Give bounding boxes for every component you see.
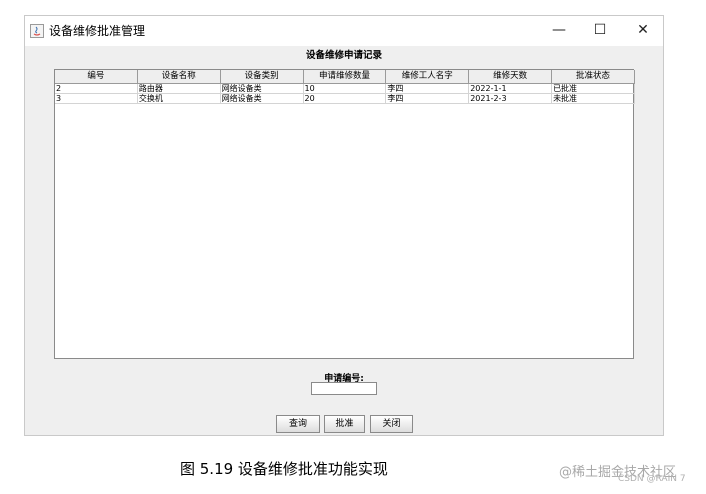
app-window: 设备维修批准管理 — ☐ ✕ 设备维修申请记录 编号 设备名称 设备类别 申请维… — [24, 15, 664, 436]
maximize-button[interactable]: ☐ — [588, 20, 612, 40]
close-window-button[interactable]: ✕ — [631, 20, 655, 40]
section-heading: 设备维修申请记录 — [305, 50, 382, 61]
column-header[interactable]: 设备类别 — [220, 70, 304, 84]
table-cell[interactable]: 2021-2-3 — [469, 94, 553, 104]
table-cell[interactable]: 李四 — [386, 94, 470, 104]
watermark: CSDN @RAIN 7 — [618, 474, 686, 484]
table-cell[interactable]: 3 — [55, 94, 138, 104]
table-header: 编号 设备名称 设备类别 申请维修数量 维修工人名字 维修天数 批准状态 — [55, 70, 635, 84]
table-cell[interactable]: 2022-1-1 — [469, 84, 553, 94]
minimize-button[interactable]: — — [547, 20, 571, 40]
column-header[interactable]: 申请维修数量 — [303, 70, 387, 84]
column-header[interactable]: 批准状态 — [552, 70, 635, 84]
table-cell[interactable]: 未批准 — [552, 94, 635, 104]
table-cell[interactable]: 已批准 — [552, 84, 635, 94]
table-cell[interactable]: 路由器 — [137, 84, 221, 94]
table-cell[interactable]: 交换机 — [137, 94, 221, 104]
column-header[interactable]: 设备名称 — [137, 70, 221, 84]
java-app-icon — [30, 23, 44, 38]
column-header[interactable]: 维修天数 — [469, 70, 553, 84]
table-cell[interactable]: 李四 — [386, 84, 470, 94]
query-button[interactable]: 查询 — [276, 415, 320, 433]
table-cell[interactable]: 网络设备类 — [220, 94, 304, 104]
table-row[interactable]: 3 交换机 网络设备类 20 李四 2021-2-3 未批准 — [55, 94, 635, 104]
title-bar: 设备维修批准管理 — ☐ ✕ — [25, 16, 663, 46]
figure-caption: 图 5.19 设备维修批准功能实现 — [180, 460, 388, 478]
close-button[interactable]: 关闭 — [370, 415, 413, 433]
approve-button[interactable]: 批准 — [324, 415, 365, 433]
column-header[interactable]: 维修工人名字 — [386, 70, 470, 84]
table-cell[interactable]: 网络设备类 — [220, 84, 304, 94]
table-cell[interactable]: 10 — [303, 84, 387, 94]
repair-records-table[interactable]: 编号 设备名称 设备类别 申请维修数量 维修工人名字 维修天数 批准状态 2 路… — [54, 69, 635, 359]
table-cell[interactable]: 20 — [303, 94, 387, 104]
request-id-input[interactable] — [311, 382, 377, 395]
table-cell[interactable]: 2 — [55, 84, 138, 94]
window-title: 设备维修批准管理 — [49, 24, 146, 38]
column-header[interactable]: 编号 — [55, 70, 138, 84]
table-row[interactable]: 2 路由器 网络设备类 10 李四 2022-1-1 已批准 — [55, 84, 635, 94]
